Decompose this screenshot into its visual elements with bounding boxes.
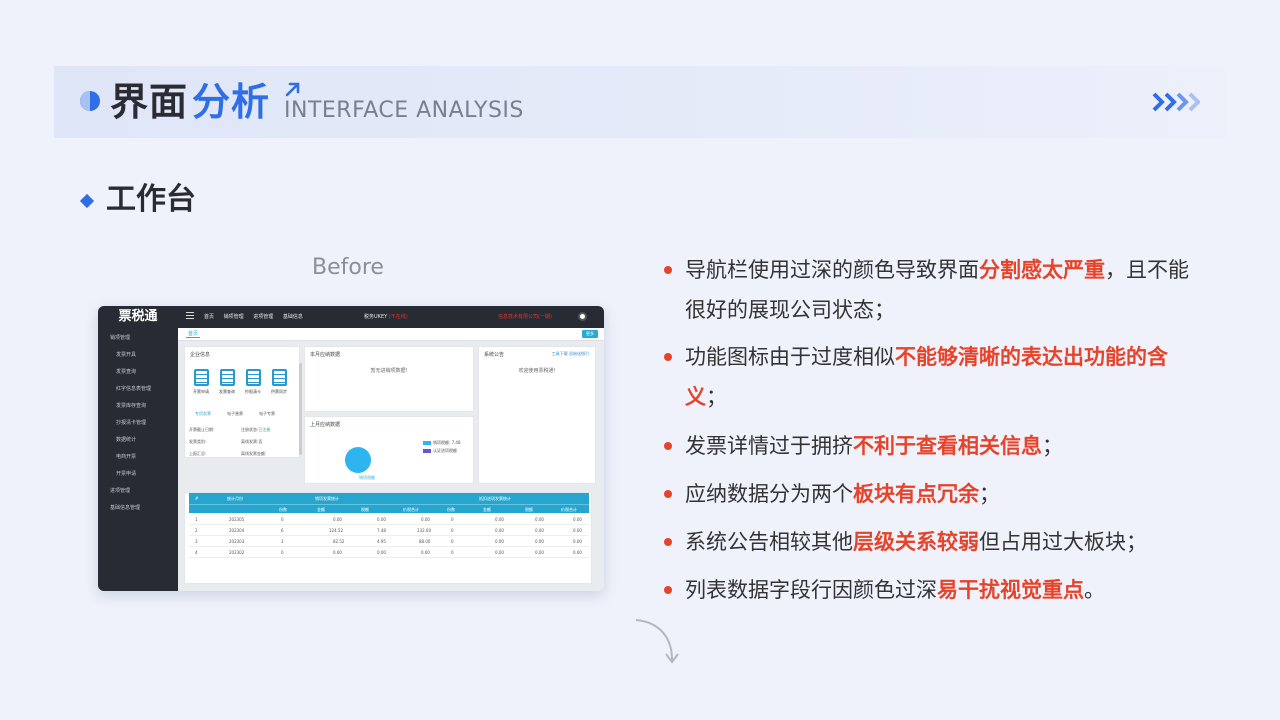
diamond-bullet-icon — [79, 193, 95, 209]
tab-bar: 首页 更多 — [178, 328, 604, 341]
top-nav: 首页 销项管理 进项管理 基础信息 — [204, 306, 311, 328]
tool-download-link[interactable]: 工具下载 — [552, 351, 568, 356]
circle-label: 销项税额 — [359, 475, 375, 480]
avatar-icon[interactable] — [578, 312, 587, 321]
nav-item[interactable]: 进项管理 — [253, 314, 273, 320]
nav-item[interactable]: 基础信息 — [283, 314, 303, 320]
clear-card-icon[interactable]: 抄报清卡 — [243, 369, 263, 395]
bullet-item: 列表数据字段行因颜色过深易干扰视觉重点。 — [664, 570, 1204, 610]
table-row[interactable]: 3 202303 3 82.52 4.95 88.00 0 0.00 0.00 0.00 — [189, 537, 589, 547]
field-label: 发票类别: — [189, 439, 207, 444]
arrow-up-right-icon — [285, 82, 300, 97]
field-label: 上报汇总: — [189, 451, 207, 456]
bullet-item: 应纳数据分为两个板块有点冗余； — [664, 474, 1204, 514]
page-title-part2: 分析 — [192, 80, 271, 124]
card-title: 企业信息 — [190, 352, 211, 358]
sidebar-item[interactable]: 发票开具 — [98, 347, 178, 364]
tab-home[interactable]: 首页 — [186, 330, 201, 338]
company-name[interactable]: 信息技术有限公司(一期) — [498, 306, 552, 328]
ukey-label: 税务UKEY — [364, 314, 388, 320]
field-label: 开票截止日期: — [189, 427, 215, 432]
sync-icon[interactable]: 供票同步 — [269, 369, 289, 395]
init-guide-link[interactable]: 初始化指引 — [569, 351, 589, 356]
table-row[interactable]: 4 202302 0 0.00 0.00 0.00 0 0.00 0.00 0.00 — [189, 548, 589, 558]
more-button[interactable]: 更多 — [582, 330, 598, 338]
bullet-item: 系统公告相较其他层级关系较弱但占用过大板块； — [664, 522, 1204, 562]
month-data-card: 本月应纳数据 暂无进销项数据! — [304, 346, 474, 412]
sidebar-menu: 销项管理 发票开具 发票查询 红字信息表管理 发票库存查询 抄报清卡管理 数据统… — [98, 330, 178, 517]
statistics-table: # 统计月份 销项发票统计 抵扣进项发票统计 份数 金额 税额 价税合计 份数 … — [184, 492, 592, 584]
tab-e-normal[interactable]: 电子普票 — [227, 409, 243, 418]
sidebar-item[interactable]: 销项管理 — [98, 330, 178, 347]
before-screenshot: 票税通 销项管理 发票开具 发票查询 红字信息表管理 发票库存查询 抄报清卡管理… — [98, 306, 604, 591]
app-logo: 票税通 — [118, 309, 158, 324]
sidebar-item[interactable]: 抄报清卡管理 — [98, 415, 178, 432]
sidebar-item[interactable]: 红字信息表管理 — [98, 381, 178, 398]
welcome-text: 欢迎使用票税通! — [518, 368, 556, 374]
tab-special[interactable]: 专用发票 — [195, 409, 211, 418]
sidebar-item[interactable]: 基础信息管理 — [98, 500, 178, 517]
sidebar-item[interactable]: 电商开票 — [98, 449, 178, 466]
table-header-sub: 份数 金额 税额 价税合计 份数 金额 税额 价税合计 — [189, 504, 589, 513]
page-title-part1: 界面 — [110, 80, 189, 124]
bullet-item: 功能图标由于过度相似不能够清晰的表达出功能的含义； — [664, 337, 1204, 417]
field-item: 注册状态:已注册 — [241, 427, 271, 432]
card-scrollbar[interactable] — [299, 363, 302, 455]
curved-arrow-icon — [635, 619, 679, 664]
hamburger-icon[interactable] — [186, 312, 194, 319]
top-navbar: 首页 销项管理 进项管理 基础信息 税务UKEY (不在线) 信息技术有限公司(… — [178, 306, 604, 328]
table-header-top: # 统计月份 销项发票统计 抵扣进项发票统计 — [189, 493, 589, 504]
nav-item[interactable]: 首页 — [204, 314, 214, 320]
sidebar-item[interactable]: 进项管理 — [98, 483, 178, 500]
card-title: 上月应纳数据 — [310, 422, 341, 428]
tab-e-special[interactable]: 电子专票 — [259, 409, 275, 418]
invoice-apply-icon[interactable]: 开票申请 — [191, 369, 211, 395]
announce-links: 工具下载 初始化指引 — [552, 351, 589, 357]
ukey-status[interactable]: 税务UKEY (不在线) — [364, 306, 408, 328]
chart-legend: 销项税额: 7.48 认证进项税额 — [423, 439, 461, 455]
card-title: 系统公告 — [484, 352, 505, 358]
sidebar-item[interactable]: 发票库存查询 — [98, 398, 178, 415]
sidebar: 票税通 销项管理 发票开具 发票查询 红字信息表管理 发票库存查询 抄报清卡管理… — [98, 306, 178, 591]
invoice-query-icon[interactable]: 发票查询 — [217, 369, 237, 395]
chevrons-right-icon — [1152, 92, 1200, 112]
invoice-type-tabs: 专用发票 电子普票 电子专票 — [191, 409, 291, 419]
enterprise-card: 企业信息 开票申请 发票查询 抄报清卡 供票同步 专用发票 电子普票 电子专票 … — [184, 346, 302, 458]
before-label: Before — [312, 255, 384, 280]
table-row[interactable]: 1 202305 0 0.00 0.00 0.00 0 0.00 0.00 0.00 — [189, 515, 589, 525]
bullet-item: 发票详情过于拥挤不利于查看相关信息； — [664, 426, 1204, 466]
empty-text: 暂无进销项数据! — [370, 368, 408, 374]
ukey-offline: (不在线) — [388, 314, 408, 320]
bullet-item: 导航栏使用过深的颜色导致界面分割感太严重，且不能很好的展现公司状态； — [664, 250, 1204, 330]
function-icons: 开票申请 发票查询 抄报清卡 供票同步 — [191, 369, 301, 409]
announcement-card: 系统公告 工具下载 初始化指引 欢迎使用票税通! — [478, 346, 596, 484]
field-item: 离线发票:否 — [241, 439, 263, 444]
nav-item[interactable]: 销项管理 — [224, 314, 244, 320]
sidebar-item[interactable]: 发票查询 — [98, 364, 178, 381]
field-label: 离线发票金额: — [241, 451, 267, 456]
page-title-en: INTERFACE ANALYSIS — [284, 98, 524, 123]
card-title: 本月应纳数据 — [310, 352, 341, 358]
sidebar-item[interactable]: 数据统计 — [98, 432, 178, 449]
table-row[interactable]: 2 202304 6 124.52 7.48 132.00 0 0.00 0.00 0.00 — [189, 526, 589, 536]
section-subtitle: 工作台 — [106, 182, 196, 217]
pie-chart — [345, 447, 371, 473]
header-dot-icon — [80, 91, 100, 111]
sidebar-item[interactable]: 开票申请 — [98, 466, 178, 483]
prev-month-card: 上月应纳数据 销项税额 销项税额: 7.48 认证进项税额 — [304, 416, 474, 484]
